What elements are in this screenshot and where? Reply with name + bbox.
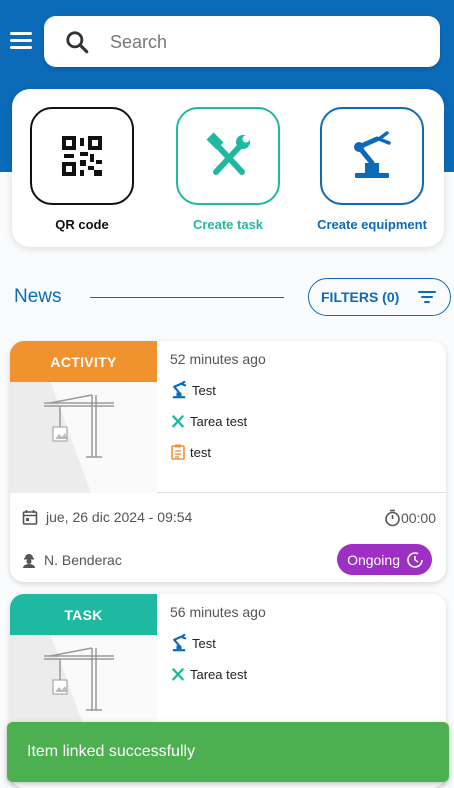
tools-icon xyxy=(172,415,184,428)
news-divider xyxy=(90,297,284,298)
card-date-text: jue, 26 dic 2024 - 09:54 xyxy=(46,509,193,525)
linked-task-item[interactable]: Tarea test xyxy=(170,413,247,429)
filters-label: FILTERS (0) xyxy=(321,289,400,305)
news-heading: News xyxy=(14,286,62,307)
create-equipment-button[interactable]: Create equipment xyxy=(308,107,436,232)
quick-actions-panel: QR code Create task Create equipment xyxy=(12,89,444,247)
card-timer-text: 00:00 xyxy=(400,510,436,526)
linked-form-label: test xyxy=(190,444,211,460)
linked-equipment-item[interactable]: Test xyxy=(170,634,216,652)
toast-message: Item linked successfully xyxy=(27,743,196,760)
qr-code-button[interactable]: QR code xyxy=(22,107,142,232)
crane-illustration-icon xyxy=(44,394,114,458)
linked-task-item[interactable]: Tarea test xyxy=(170,666,247,682)
card-thumbnail: ACTIVITY xyxy=(10,341,157,493)
crane-illustration-icon xyxy=(44,647,114,711)
qr-code-label: QR code xyxy=(55,217,109,232)
clipboard-icon xyxy=(171,444,185,460)
card-date: jue, 26 dic 2024 - 09:54 xyxy=(22,509,192,525)
task-badge: TASK xyxy=(10,594,157,635)
linked-form-item[interactable]: test xyxy=(170,444,211,460)
card-time-ago: 56 minutes ago xyxy=(170,604,266,620)
activity-badge: ACTIVITY xyxy=(10,341,157,382)
linked-equipment-item[interactable]: Test xyxy=(170,381,216,399)
clock-history-icon xyxy=(407,551,423,568)
stopwatch-icon xyxy=(385,509,400,527)
card-divider xyxy=(157,492,446,493)
card-user-name: N. Benderac xyxy=(44,552,122,568)
worker-icon xyxy=(23,554,35,568)
create-task-button[interactable]: Create task xyxy=(168,107,288,232)
qr-code-icon xyxy=(62,136,102,176)
filters-button[interactable]: FILTERS (0) xyxy=(308,278,451,316)
menu-icon[interactable] xyxy=(10,32,34,52)
equipment-icon xyxy=(172,634,187,652)
linked-equipment-label: Test xyxy=(192,635,216,651)
create-task-label: Create task xyxy=(192,217,264,232)
linked-equipment-label: Test xyxy=(192,382,216,398)
filter-icon xyxy=(418,291,436,303)
success-toast: Item linked successfully xyxy=(7,722,449,782)
news-card[interactable]: ACTIVITY 52 minutes ago Test Tarea test … xyxy=(10,341,446,582)
calendar-icon xyxy=(22,510,38,525)
card-timer: 00:00 xyxy=(384,509,436,527)
status-label: Ongoing xyxy=(347,551,400,568)
card-user: N. Benderac xyxy=(22,552,122,568)
robot-arm-icon xyxy=(354,131,391,178)
search-icon xyxy=(66,31,89,54)
tools-icon xyxy=(172,668,184,681)
card-time-ago: 52 minutes ago xyxy=(170,351,266,367)
tools-icon xyxy=(206,132,250,175)
search-bar[interactable] xyxy=(44,16,440,67)
equipment-icon xyxy=(172,381,187,399)
linked-task-label: Tarea test xyxy=(190,413,248,429)
search-input[interactable] xyxy=(110,28,410,56)
status-badge[interactable]: Ongoing xyxy=(337,544,432,575)
create-equipment-label: Create equipment xyxy=(317,217,427,232)
linked-task-label: Tarea test xyxy=(190,666,248,682)
